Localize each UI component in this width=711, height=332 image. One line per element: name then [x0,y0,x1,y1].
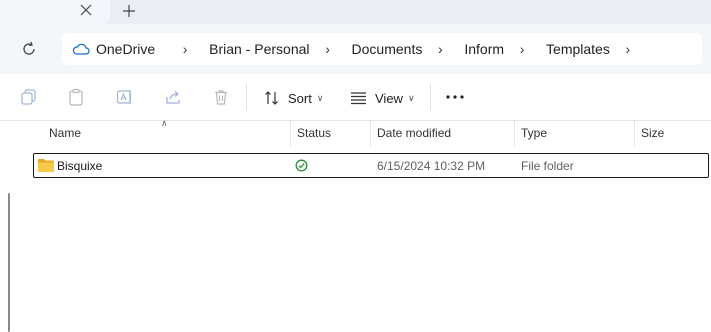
tab-strip [0,0,711,24]
column-header-type[interactable]: Type [521,126,547,140]
synced-check-icon [295,159,308,172]
active-tab[interactable] [0,0,110,24]
close-icon[interactable] [78,2,94,18]
view-lines-icon [351,92,366,105]
more-options-icon[interactable] [444,90,466,104]
breadcrumb-label: Documents [351,41,423,57]
sort-button[interactable]: Sort ∨ [264,88,323,108]
file-date-modified: 6/15/2024 10:32 PM [377,159,486,173]
rename-icon[interactable] [116,88,134,106]
column-header-date-modified[interactable]: Date modified [377,126,451,140]
chevron-right-icon[interactable]: › [616,41,640,57]
navigation-pane[interactable] [0,121,20,332]
column-divider[interactable] [514,121,515,146]
navigation-pane-scrollbar[interactable] [8,193,10,332]
toolbar-divider [430,84,431,110]
chevron-right-icon[interactable]: › [428,41,452,57]
breadcrumb-label: OneDrive [96,41,156,57]
breadcrumb-item-brian-personal[interactable]: Brian - Personal [209,41,309,57]
refresh-icon[interactable] [20,40,38,58]
breadcrumb-label: Brian - Personal [209,41,310,57]
chevron-down-icon: ∨ [407,92,415,103]
command-bar: Sort ∨ View ∨ [0,74,711,121]
breadcrumb-item-onedrive[interactable]: OneDrive [72,41,155,57]
chevron-right-icon[interactable]: › [316,41,340,57]
file-type: File folder [521,159,574,173]
breadcrumb-label: Inform [464,41,505,57]
view-button[interactable]: View ∨ [350,88,415,108]
column-divider[interactable] [370,121,371,146]
sort-arrows-icon [265,91,278,105]
file-row[interactable]: Bisquixe 6/15/2024 10:32 PM File folder [33,153,709,178]
share-icon[interactable] [164,88,182,106]
breadcrumb-item-templates[interactable]: Templates [546,41,610,57]
chevron-right-icon[interactable]: › [173,41,197,57]
column-header-size[interactable]: Size [641,126,664,140]
delete-trash-icon[interactable] [212,88,230,106]
column-header-status[interactable]: Status [297,126,331,140]
file-name: Bisquixe [57,159,103,173]
onedrive-cloud-icon [72,43,90,55]
breadcrumb-label: Templates [546,41,610,57]
copy-icon[interactable] [20,88,38,106]
chevron-down-icon: ∨ [316,92,324,103]
column-divider[interactable] [290,121,291,146]
column-header-name[interactable]: Name [49,126,81,140]
sort-label: Sort [288,90,312,106]
paste-icon[interactable] [67,88,85,106]
chevron-right-icon[interactable]: › [510,41,534,57]
column-header-row: ∧ Name Status Date modified Type Size [20,118,711,146]
breadcrumb-item-inform[interactable]: Inform [464,41,504,57]
folder-icon [38,159,54,172]
breadcrumb[interactable]: OneDrive › Brian - Personal › Documents … [62,33,702,65]
breadcrumb-item-documents[interactable]: Documents [352,41,423,57]
address-bar: OneDrive › Brian - Personal › Documents … [0,24,711,74]
column-divider[interactable] [634,121,635,146]
new-tab-plus-icon[interactable] [120,2,138,20]
sort-ascending-icon: ∧ [161,118,168,128]
toolbar-divider [246,84,247,110]
view-label: View [375,90,403,106]
